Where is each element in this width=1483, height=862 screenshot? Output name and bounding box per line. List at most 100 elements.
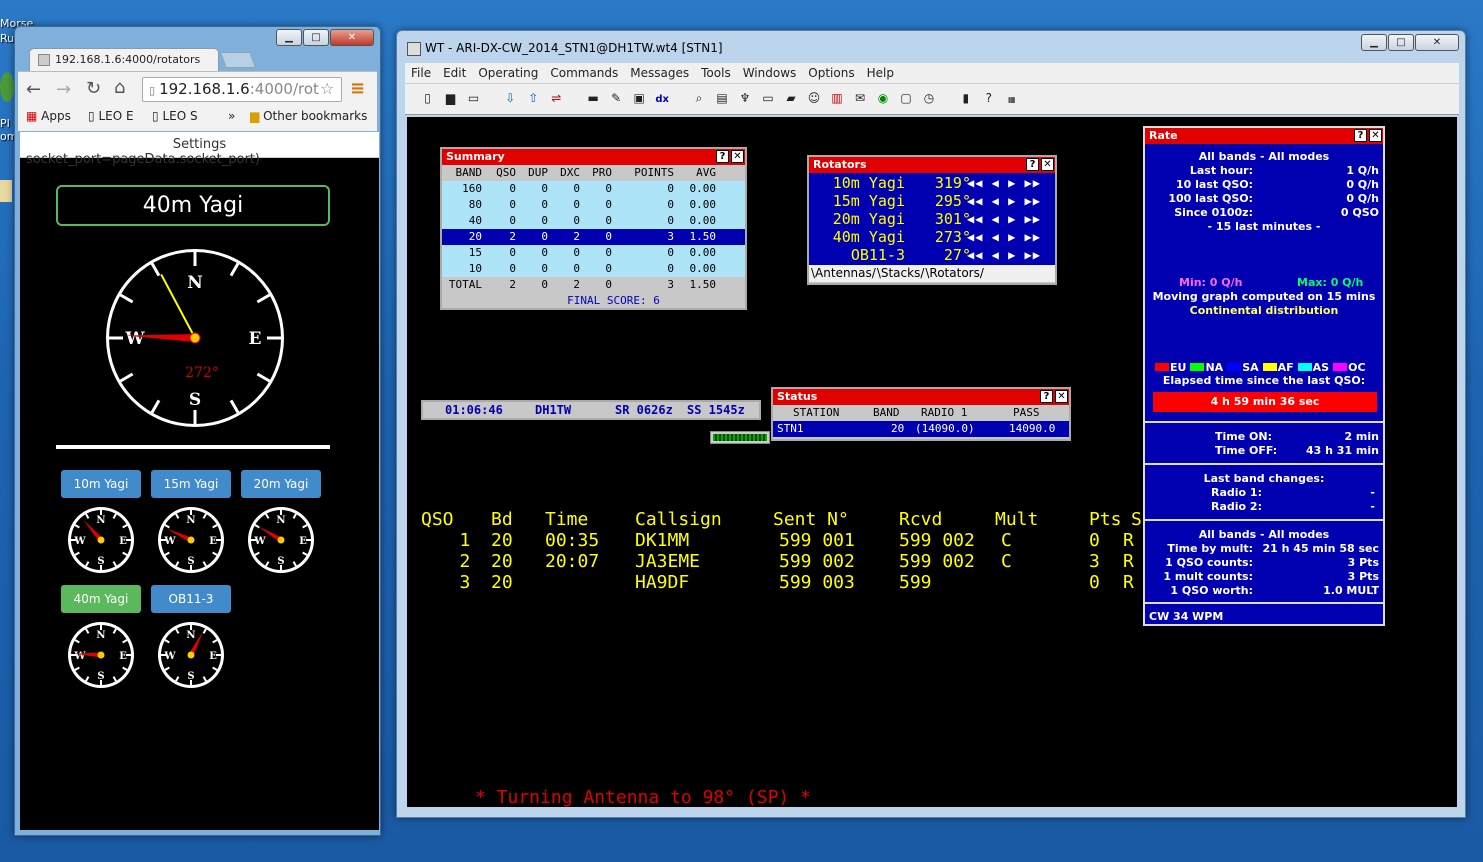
close-button[interactable]: ✕ — [330, 29, 374, 46]
rotators-tab[interactable]: \Antennas/ — [811, 266, 876, 280]
new-file-icon[interactable]: ▯ — [419, 90, 436, 107]
dx-icon[interactable]: dx — [654, 91, 671, 108]
help-icon[interactable]: ? — [1354, 129, 1367, 142]
desktop-icon[interactable] — [0, 180, 12, 202]
desktop-icon-label[interactable]: PI — [0, 117, 10, 130]
antenna-icon[interactable]: ♆ — [736, 90, 753, 107]
menu-item[interactable]: Messages — [630, 66, 689, 80]
summary-row[interactable]: 40 0 0 0 0 0 0.00 — [442, 213, 745, 229]
desktop-icon[interactable] — [0, 72, 14, 102]
rotator-row[interactable]: 10m Yagi 319° ◀◀ ◀ ▶ ▶▶ — [809, 174, 1055, 192]
home-icon[interactable]: ⌂ — [114, 77, 125, 98]
summary-row[interactable]: 80 0 0 0 0 0 0.00 — [442, 197, 745, 213]
rotator-row[interactable]: 20m Yagi 301° ◀◀ ◀ ▶ ▶▶ — [809, 210, 1055, 228]
log-row[interactable]: 3 20 HA9DF 599 003 599 0 R — [421, 572, 1141, 593]
rotate-arrows-icon[interactable]: ◀◀ ◀ ▶ ▶▶ — [967, 210, 1041, 228]
help-icon[interactable]: ? — [716, 150, 729, 163]
close-icon[interactable]: ✕ — [1369, 129, 1382, 142]
help-icon[interactable]: ? — [980, 90, 997, 107]
rotator-button[interactable]: OB11-3 — [151, 585, 231, 613]
desktop-icon-label[interactable]: Ru — [0, 32, 14, 45]
minimize-button[interactable]: ▁ — [276, 29, 302, 46]
globe-icon[interactable]: ◉ — [874, 90, 891, 107]
rotator-row[interactable]: OB11-3 27° ◀◀ ◀ ▶ ▶▶ — [809, 246, 1055, 264]
forward-icon[interactable]: → — [56, 79, 71, 100]
list-icon[interactable]: ▤ — [713, 90, 730, 107]
rotator-button[interactable]: 10m Yagi — [61, 470, 141, 498]
address-bar[interactable]: ▯ 192.168.1.6:4000/rot — [142, 77, 342, 102]
bookmark-leo-e[interactable]: ▯ LEO E — [88, 109, 134, 123]
arrow-down-icon[interactable]: ⇩ — [502, 90, 519, 107]
radio-icon[interactable]: ▣ — [631, 90, 648, 107]
help-icon[interactable]: ? — [1026, 158, 1039, 171]
menu-item[interactable]: Operating — [478, 66, 538, 80]
back-icon[interactable]: ← — [26, 79, 41, 100]
log-row[interactable]: 1 20 00:35 DK1MM 599 001 599 002 C 0 R — [421, 530, 1141, 551]
summary-row[interactable]: 20 2 0 2 0 3 1.50 — [442, 229, 745, 245]
close-button[interactable]: ✕ — [1415, 34, 1459, 51]
new-tab-button[interactable] — [220, 52, 256, 68]
menu-item[interactable]: File — [411, 66, 431, 80]
scroll-icon[interactable]: ▰ — [782, 90, 799, 107]
app-icon — [407, 41, 421, 56]
svg-text:S: S — [277, 556, 284, 567]
rotator-degree: 295° — [934, 192, 971, 210]
bookmark-leo-s[interactable]: ▯ LEO S — [152, 109, 198, 123]
menu-item[interactable]: Commands — [550, 66, 618, 80]
maximize-button[interactable]: □ — [1388, 34, 1414, 51]
summary-row[interactable]: 15 0 0 0 0 0 0.00 — [442, 245, 745, 261]
svg-text:E: E — [209, 536, 217, 547]
close-icon[interactable]: ✕ — [1055, 390, 1068, 403]
split-icon[interactable]: ▦ — [1003, 91, 1020, 108]
rotate-arrows-icon[interactable]: ◀◀ ◀ ▶ ▶▶ — [967, 174, 1041, 192]
status-row[interactable]: STN1 20 (14090.0) 14090.0 — [773, 421, 1069, 437]
rotators-tab[interactable]: \Rotators/ — [925, 266, 984, 280]
sort-icon[interactable]: ⇌ — [548, 90, 565, 107]
rotate-arrows-icon[interactable]: ◀◀ ◀ ▶ ▶▶ — [967, 192, 1041, 210]
summary-row[interactable]: 160 0 0 0 0 0 0.00 — [442, 181, 745, 197]
arrow-up-icon[interactable]: ⇧ — [525, 90, 542, 107]
status-message: * Turning Antenna to 98° (SP) * — [475, 787, 811, 808]
mail-icon[interactable]: ✉ — [851, 90, 868, 107]
maximize-button[interactable]: □ — [303, 29, 329, 46]
open-folder-icon[interactable]: ▆ — [442, 90, 459, 107]
minimize-button[interactable]: ▁ — [1361, 34, 1387, 51]
folder-up-icon[interactable]: ▭ — [465, 90, 482, 107]
summary-cell: 3 — [667, 230, 674, 243]
close-icon[interactable]: ✕ — [1041, 158, 1054, 171]
zoom-icon[interactable]: ⌕ — [690, 90, 707, 107]
star-icon[interactable]: ☆ — [320, 79, 334, 98]
bookmark-apps[interactable]: ▦ Apps — [26, 109, 71, 123]
book-icon[interactable]: ▮ — [957, 90, 974, 107]
menu-icon[interactable]: ≡ — [350, 78, 365, 99]
browser-tab[interactable]: 192.168.1.6:4000/rotators — [29, 48, 219, 71]
rate-stat-label: Time by mult: — [1167, 542, 1253, 555]
rotate-arrows-icon[interactable]: ◀◀ ◀ ▶ ▶▶ — [967, 246, 1041, 264]
clock-icon[interactable]: ◷ — [920, 90, 937, 107]
bookmark-other[interactable]: ▆ Other bookmarks — [250, 109, 367, 123]
keyer-icon[interactable]: ▬ — [585, 90, 602, 107]
rotators-tab[interactable]: \Stacks/ — [877, 266, 925, 280]
reload-icon[interactable]: ↻ — [86, 78, 101, 99]
menu-item[interactable]: Tools — [701, 66, 731, 80]
rotator-button[interactable]: 20m Yagi — [241, 470, 321, 498]
monitor-icon[interactable]: ▭ — [759, 90, 776, 107]
menu-item[interactable]: Options — [808, 66, 854, 80]
rotator-row[interactable]: 15m Yagi 295° ◀◀ ◀ ▶ ▶▶ — [809, 192, 1055, 210]
window-icon[interactable]: ▢ — [897, 90, 914, 107]
chart-icon[interactable]: ▥ — [828, 90, 845, 107]
menu-item[interactable]: Windows — [743, 66, 797, 80]
menu-item[interactable]: Edit — [443, 66, 466, 80]
summary-row[interactable]: 10 0 0 0 0 0 0.00 — [442, 261, 745, 277]
pen-icon[interactable]: ✎ — [608, 90, 625, 107]
log-row[interactable]: 2 20 20:07 JA3EME 599 002 599 002 C 3 R — [421, 551, 1141, 572]
bookmarks-more[interactable]: » — [228, 109, 235, 123]
rotate-arrows-icon[interactable]: ◀◀ ◀ ▶ ▶▶ — [967, 228, 1041, 246]
rotator-row[interactable]: 40m Yagi 273° ◀◀ ◀ ▶ ▶▶ — [809, 228, 1055, 246]
menu-item[interactable]: Help — [867, 66, 894, 80]
help-icon[interactable]: ? — [1040, 390, 1053, 403]
rotator-button[interactable]: 15m Yagi — [151, 470, 231, 498]
rotator-button[interactable]: 40m Yagi — [61, 585, 141, 613]
close-icon[interactable]: ✕ — [731, 150, 744, 163]
user-icon[interactable]: ☺ — [805, 90, 822, 107]
